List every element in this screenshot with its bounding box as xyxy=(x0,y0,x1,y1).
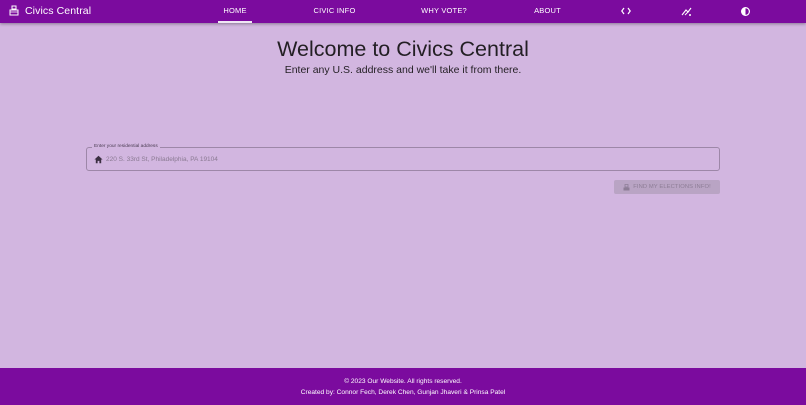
top-navbar: Civics Central HOME CIVIC INFO WHY VOTE?… xyxy=(0,0,806,23)
page-title: Welcome to Civics Central xyxy=(277,37,529,61)
theme-toggle-icon[interactable] xyxy=(737,3,753,19)
address-input[interactable] xyxy=(106,152,706,167)
find-elections-button[interactable]: FIND MY ELECTIONS INFO! xyxy=(614,180,720,194)
footer-copyright: © 2023 Our Website. All rights reserved. xyxy=(344,378,462,385)
brand-link[interactable]: Civics Central xyxy=(9,0,91,21)
footer xyxy=(0,368,806,405)
address-field[interactable]: Enter your residential address xyxy=(86,143,720,171)
footer-credits: Created by: Connor Fech, Derek Chen, Gun… xyxy=(300,389,506,396)
nav-link-civic-info[interactable]: CIVIC INFO xyxy=(312,0,357,21)
nav-link-about[interactable]: ABOUT xyxy=(531,0,564,21)
address-field-label: Enter your residential address xyxy=(92,143,160,151)
page-subtitle: Enter any U.S. address and we'll take it… xyxy=(284,64,522,76)
github-icon[interactable] xyxy=(678,3,694,19)
brand-name: Civics Central xyxy=(25,4,92,17)
ballot-box-icon xyxy=(9,5,19,16)
find-elections-label: FIND MY ELECTIONS INFO! xyxy=(633,184,711,190)
ballot-icon xyxy=(623,183,630,190)
code-icon[interactable] xyxy=(618,3,634,19)
nav-link-home[interactable]: HOME xyxy=(218,0,252,23)
home-icon xyxy=(94,155,103,164)
nav-link-why-vote[interactable]: WHY VOTE? xyxy=(419,0,469,21)
